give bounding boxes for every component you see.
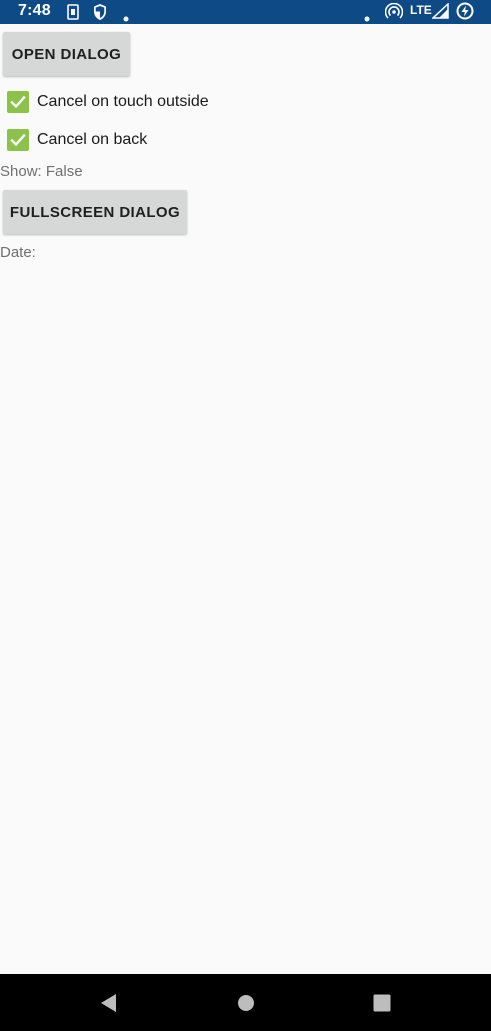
shield-icon [92,3,108,26]
battery-charging-icon [456,2,474,25]
recents-icon[interactable] [373,994,391,1017]
app-screen: 7:48 LTE OPEN DIALOG Cancel on touch out… [0,0,491,1031]
hotspot-icon [384,2,404,26]
date-text: Date: [0,244,36,261]
checkmark-icon [10,133,26,147]
fullscreen-dialog-button[interactable]: FULLSCREEN DIALOG [3,190,187,234]
notification-dot-icon [123,9,129,27]
cancel-touch-outside-row[interactable]: Cancel on touch outside [7,89,209,115]
navigation-bar [0,974,491,1031]
cancel-touch-outside-label: Cancel on touch outside [37,93,209,110]
cancel-touch-outside-checkbox[interactable] [7,91,29,113]
status-bar: 7:48 LTE [0,0,491,24]
home-icon[interactable] [237,994,255,1017]
open-dialog-button[interactable]: OPEN DIALOG [3,32,130,76]
show-status-text: Show: False [0,163,83,180]
cancel-on-back-checkbox[interactable] [7,129,29,151]
back-icon[interactable] [100,993,118,1018]
checkmark-icon [10,95,26,109]
cancel-on-back-label: Cancel on back [37,131,148,148]
sim-icon [67,4,79,25]
dot-icon [364,9,370,27]
cancel-on-back-row[interactable]: Cancel on back [7,127,147,153]
network-type: LTE [410,3,432,17]
signal-icon [431,2,450,24]
status-time: 7:48 [18,2,51,19]
